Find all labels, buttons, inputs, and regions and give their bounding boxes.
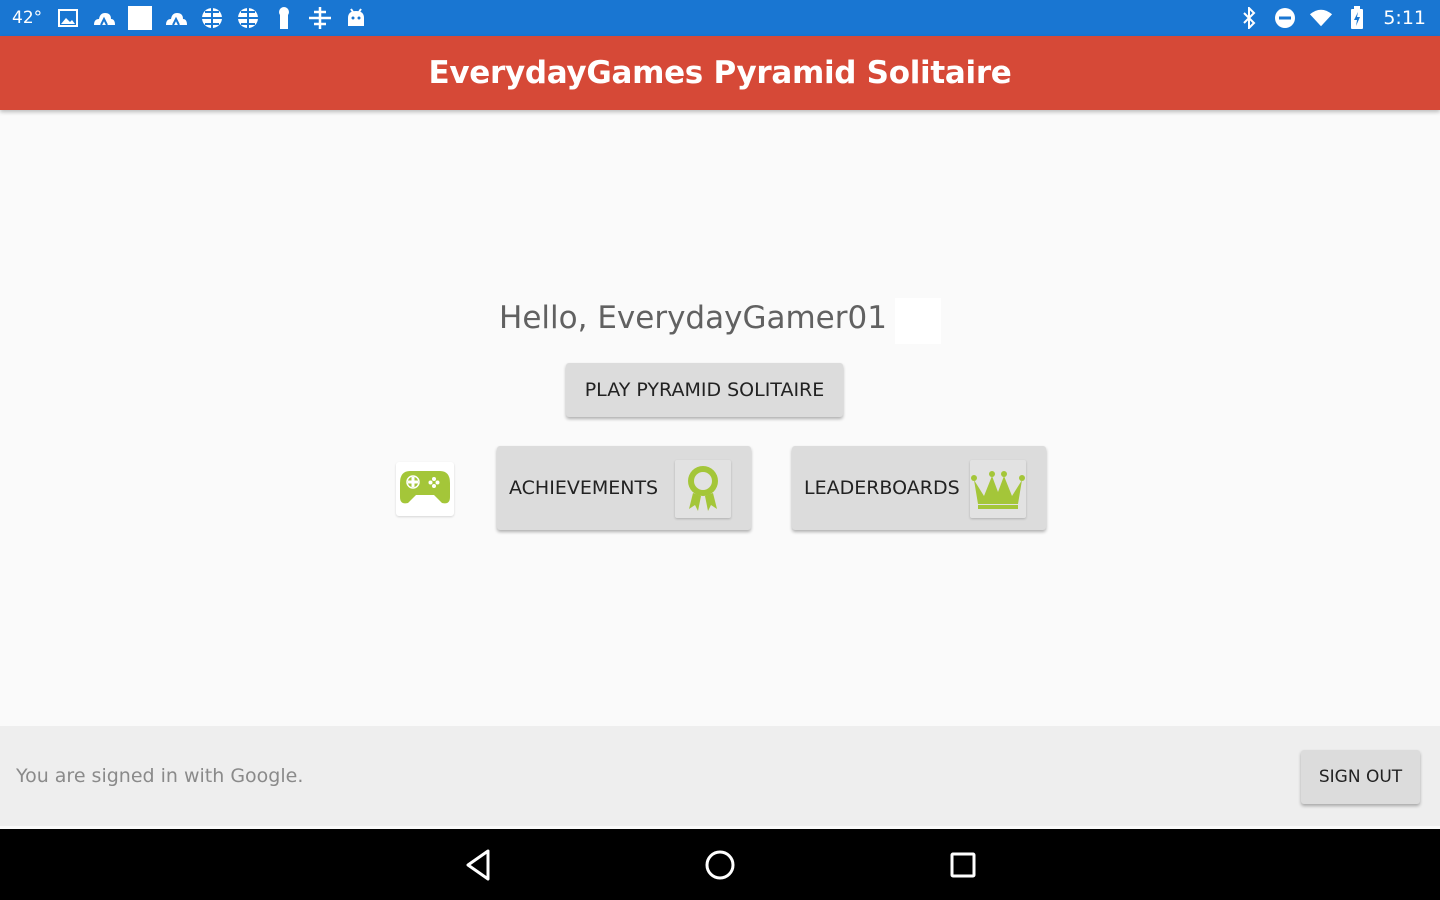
back-icon[interactable] bbox=[456, 843, 500, 887]
greeting-row: Hello, EverydayGamer01 bbox=[0, 298, 1440, 344]
home-icon[interactable] bbox=[698, 843, 742, 887]
app-title: EverydayGames Pyramid Solitaire bbox=[428, 55, 1012, 91]
sign-out-button-label: SIGN OUT bbox=[1318, 767, 1403, 787]
greeting-avatar-placeholder bbox=[894, 298, 941, 344]
image-icon bbox=[56, 6, 80, 30]
temperature-text: 42° bbox=[12, 8, 43, 28]
achievements-button[interactable]: ACHIEVEMENTS bbox=[497, 446, 751, 530]
globe-icon bbox=[200, 6, 224, 30]
sign-in-footer: You are signed in with Google. SIGN OUT bbox=[0, 726, 1440, 826]
bluetooth-icon bbox=[1237, 6, 1261, 30]
cloud-icon bbox=[164, 6, 188, 30]
navigation-bar bbox=[0, 829, 1440, 900]
crown-icon bbox=[970, 460, 1026, 518]
cloud-icon bbox=[92, 6, 116, 30]
crosshair-icon bbox=[308, 6, 332, 30]
notification-icons: 42° bbox=[12, 0, 368, 36]
recents-icon[interactable] bbox=[941, 843, 985, 887]
do-not-disturb-icon bbox=[1273, 6, 1297, 30]
app-bar: EverydayGames Pyramid Solitaire bbox=[0, 36, 1440, 110]
play-button[interactable]: PLAY PYRAMID SOLITAIRE bbox=[566, 363, 843, 417]
play-button-label: PLAY PYRAMID SOLITAIRE bbox=[584, 379, 825, 401]
sign-out-button[interactable]: SIGN OUT bbox=[1301, 750, 1420, 804]
wifi-icon bbox=[1309, 6, 1333, 30]
play-games-icon-box bbox=[396, 462, 454, 516]
ribbon-award-icon bbox=[675, 460, 731, 518]
leaderboards-button-label: LEADERBOARDS bbox=[804, 477, 960, 499]
achievements-button-label: ACHIEVEMENTS bbox=[509, 477, 659, 499]
keyhole-icon bbox=[272, 6, 296, 30]
clock-text: 5:11 bbox=[1383, 7, 1426, 29]
greeting-text: Hello, EverydayGamer01 bbox=[499, 300, 887, 336]
globe-icon bbox=[236, 6, 260, 30]
status-bar: 42° 5:11 bbox=[0, 0, 1440, 36]
leaderboards-button[interactable]: LEADERBOARDS bbox=[792, 446, 1046, 530]
system-status-icons: 5:11 bbox=[1237, 0, 1426, 36]
battery-icon bbox=[1345, 6, 1369, 30]
play-games-controller-icon bbox=[398, 467, 452, 512]
signed-in-status-text: You are signed in with Google. bbox=[16, 765, 304, 787]
square-icon bbox=[128, 6, 153, 30]
android-icon bbox=[344, 6, 368, 30]
